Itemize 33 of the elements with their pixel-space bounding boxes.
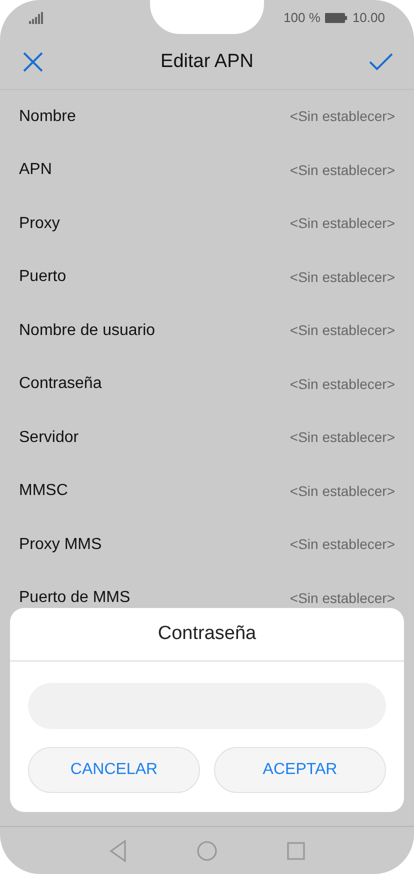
setting-label[interactable]: Proxy — [19, 212, 60, 236]
dialog-title: Contraseña — [158, 622, 256, 646]
setting-value: <Sin establecer> — [290, 268, 395, 287]
recents-icon[interactable] — [287, 842, 305, 860]
setting-value: <Sin establecer> — [290, 374, 395, 394]
back-icon[interactable] — [109, 840, 127, 862]
setting-value: <Sin establecer> — [290, 107, 395, 126]
setting-value: <Sin establecer> — [290, 588, 395, 608]
setting-label[interactable]: Servidor — [19, 426, 79, 450]
setting-label[interactable]: Puerto — [19, 265, 66, 290]
setting-label[interactable]: MMSC — [19, 479, 68, 504]
setting-value: <Sin establecer> — [290, 428, 395, 448]
setting-value: <Sin establecer> — [290, 535, 395, 554]
setting-value: <Sin establecer> — [290, 160, 395, 180]
screen-title: Editar APN — [160, 50, 254, 74]
battery-percent: 100 % — [284, 8, 320, 27]
battery-icon — [325, 12, 348, 22]
setting-label[interactable]: Nombre de usuario — [19, 318, 156, 343]
setting-label[interactable]: Contraseña — [19, 372, 102, 396]
setting-label[interactable]: APN — [19, 158, 52, 182]
checkmark-icon — [369, 53, 393, 71]
close-icon — [23, 52, 43, 72]
clock: 10.00 — [352, 8, 385, 27]
setting-label[interactable]: Proxy MMS — [19, 532, 102, 557]
signal-icon — [29, 12, 43, 24]
home-icon[interactable] — [197, 840, 217, 860]
setting-label[interactable]: Nombre — [19, 104, 76, 129]
accept-button[interactable]: ACEPTAR — [214, 747, 386, 793]
setting-value: <Sin establecer> — [290, 482, 395, 501]
setting-value: <Sin establecer> — [290, 321, 395, 340]
setting-value: <Sin establecer> — [290, 214, 395, 234]
setting-label[interactable]: Puerto de MMS — [19, 586, 130, 610]
cancel-button[interactable]: CANCELAR — [28, 747, 200, 793]
